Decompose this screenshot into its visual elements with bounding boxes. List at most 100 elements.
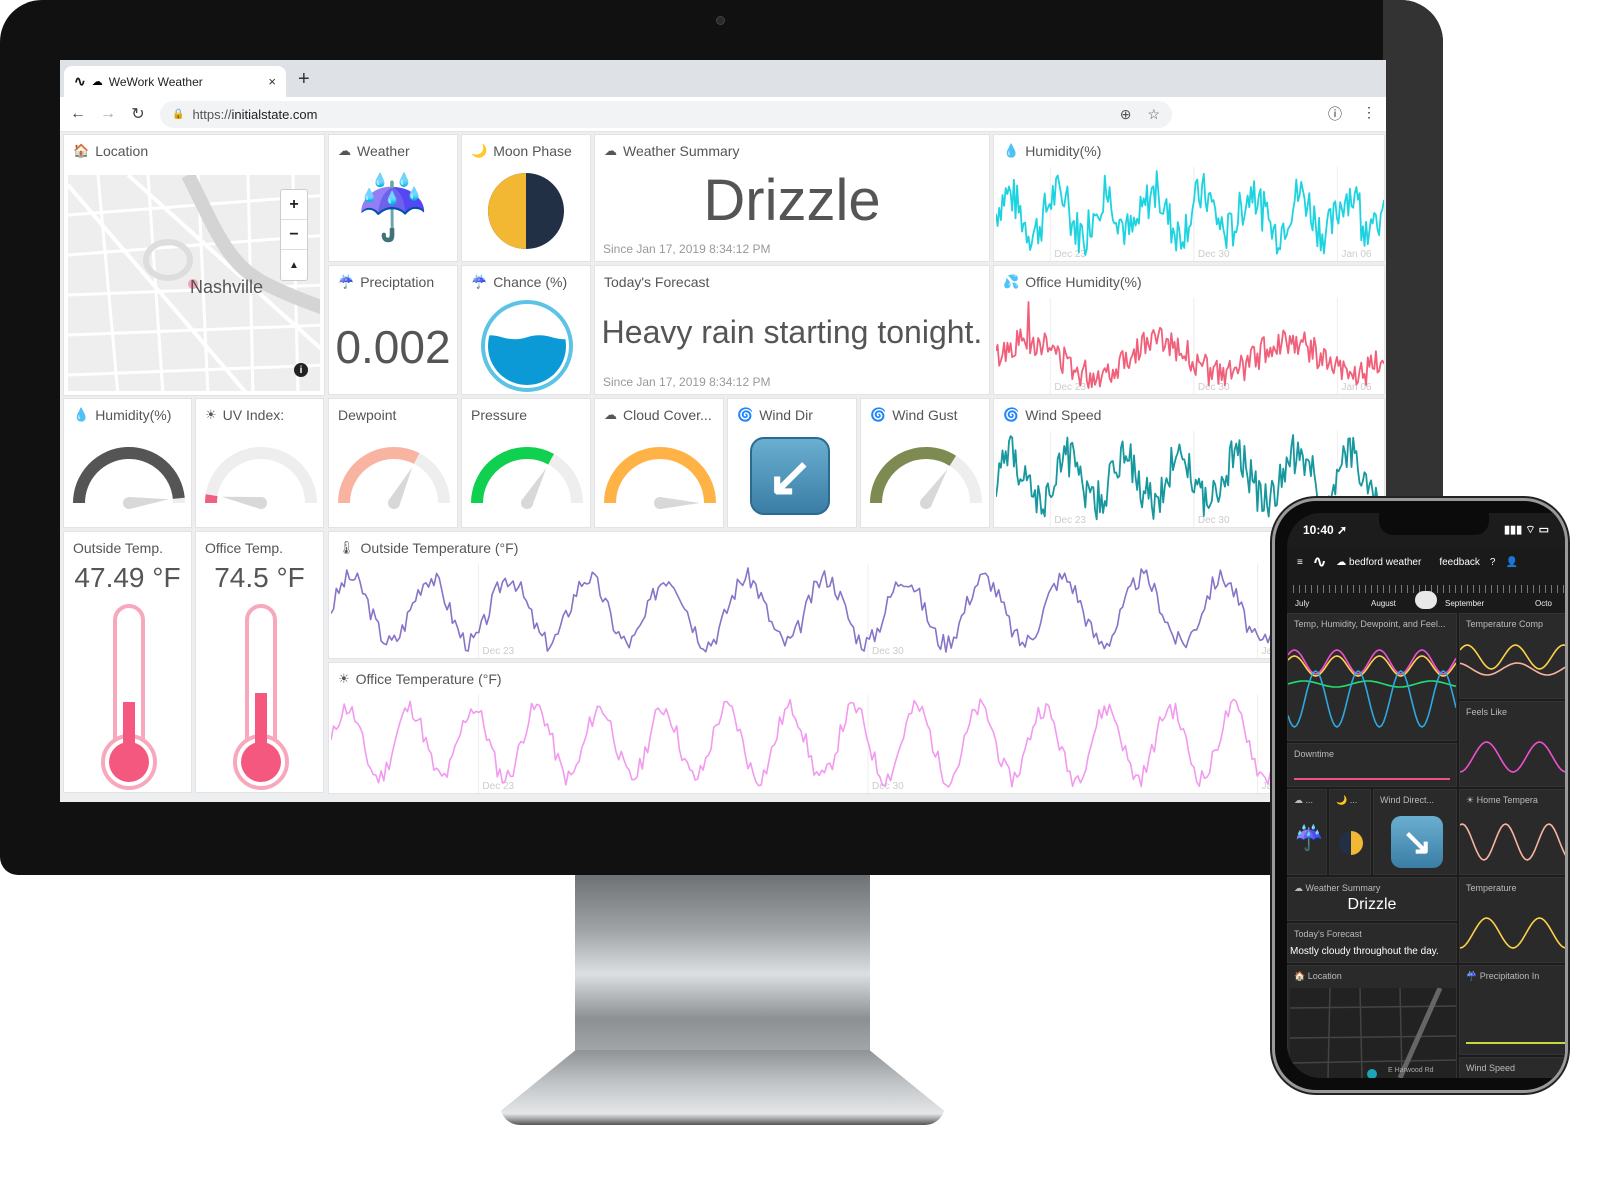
initialstate-logo-icon[interactable]: ∿ [1313,552,1326,572]
browser-menu-icon[interactable]: ⋮ [1362,104,1376,124]
tile-gauge-wind-gust[interactable]: 🌀 Wind Gust [860,398,990,528]
menu-icon[interactable]: ≡ [1297,557,1303,568]
ptile-title: 🌙 ... [1336,795,1358,805]
map-compass-button[interactable]: ▲ [281,250,307,280]
map-zoom-out-button[interactable]: − [281,220,307,250]
x-tick-label: Dec 30 [872,781,904,792]
phone-timeline[interactable]: July August September Octo [1287,577,1565,613]
reload-button[interactable]: ↻ [130,104,146,124]
gauge-arc [338,447,450,509]
ptile-title: ☁ ... [1294,795,1314,805]
ptile-wind-speed[interactable]: Wind Speed [1459,1057,1565,1078]
since-timestamp: Since Jan 17, 2019 8:34:12 PM [603,375,771,389]
ptile-precipitation[interactable]: ☔ Precipitation In [1459,965,1565,1055]
tile-gauge-cloud-cover[interactable]: ☁ Cloud Cover... [594,398,724,528]
series-line [1288,670,1456,728]
tile-title: Cloud Cover... [623,407,712,423]
wind-icon: 🌀 [737,407,754,422]
weather-summary-value: Drizzle [703,168,881,233]
ptile-wind-direction[interactable]: Wind Direct... ↘ [1373,789,1457,875]
summary-value: Drizzle [1347,896,1397,913]
ptile-weather[interactable]: ☁ ... ☔ [1287,789,1327,875]
tile-gauge-pressure[interactable]: Pressure [461,398,591,528]
humidity-chart[interactable]: Dec 23 Dec 30 Jan 06 [996,167,1384,261]
map-zoom-in-button[interactable]: + [281,190,307,220]
series-line [1460,741,1565,773]
ptile-combined[interactable]: Temp, Humidity, Dewpoint, and Feel... [1287,613,1457,741]
ptile-temperature[interactable]: Temperature [1459,877,1565,963]
gauge-arc [471,447,583,509]
ptile-location[interactable]: 🏠 Location E Harwood Rd [1287,965,1457,1078]
gauge-icon: 🌀 [870,407,887,422]
tile-wind-dir[interactable]: 🌀 Wind Dir ↙ [727,398,857,528]
phone: 10:40 ➚ ▮▮▮ ⌔ ▭ ≡ ∿ ☁ bedford weather fe… [1272,498,1568,1093]
tile-precipitation[interactable]: ☔ Preciptation 0.002 [328,265,458,395]
tile-title: Today's Forecast [604,274,710,290]
tab-wework-weather[interactable]: ∿ ☁ WeWork Weather × [64,66,286,97]
ptile-title: Today's Forecast [1294,929,1362,939]
ptile-title: ☀ Home Tempera [1466,795,1538,805]
tile-gauge-humidity[interactable]: 💧 Humidity(%) [63,398,192,528]
tile-weather[interactable]: ☁ Weather ☔ [328,134,458,262]
tile-chance[interactable]: ☔ Chance (%) [461,265,591,395]
timeline-label: September [1445,599,1485,608]
help-icon[interactable]: ? [1490,557,1496,568]
tile-location[interactable]: 🏠 Location + − ▲ Nashville i [63,134,325,396]
ptile-temp-comp[interactable]: Temperature Comp [1459,613,1565,699]
chance-fill-gauge [481,300,573,392]
tile-title: Humidity(%) [95,407,172,423]
feedback-link[interactable]: feedback [1439,557,1480,568]
tile-weather-summary[interactable]: ☁ Weather Summary Drizzle Since Jan 17, 2… [594,134,990,262]
dark-map[interactable]: E Harwood Rd [1290,988,1456,1078]
tile-title: Outside Temp. [73,540,164,556]
x-tick-label: Dec 23 [1054,515,1086,526]
ptile-moon[interactable]: 🌙 ... [1329,789,1371,875]
map-road-label: E Harwood Rd [1388,1067,1434,1074]
forward-button[interactable]: → [100,105,116,123]
timeline-handle[interactable] [1415,591,1437,609]
tile-outside-temp[interactable]: Outside Temp. 47.49 °F [63,531,192,793]
ptile-downtime[interactable]: Downtime [1287,743,1457,787]
ptile-feels-like[interactable]: Feels Like [1459,701,1565,787]
tile-outside-temperature-chart[interactable]: 🌡 Outside Temperature (°F) Dec 23 Dec 30 Ja… [328,531,1385,659]
new-tab-button[interactable]: + [298,68,310,91]
tile-gauge-uv-index[interactable]: ☀ UV Index: [195,398,324,528]
ptile-home-temp[interactable]: ☀ Home Tempera [1459,789,1565,875]
umbrella-rain-icon: ☔ [1294,825,1324,852]
back-button[interactable]: ← [70,105,86,123]
map-info-icon[interactable]: i [294,363,308,377]
office-humidity-chart[interactable]: Dec 23 Dec 30 Jan 06 [996,298,1384,394]
ptile-weather-summary[interactable]: ☁ Weather Summary Drizzle [1287,877,1457,921]
url-text[interactable]: https://initialstate.com [192,107,1103,122]
tile-office-temperature-chart[interactable]: ☀ Office Temperature (°F) Dec 23 Dec 30 Jan… [328,662,1385,794]
user-icon[interactable]: 👤 [1505,557,1517,568]
tile-office-temp[interactable]: Office Temp. 74.5 °F [195,531,324,793]
outside-temperature-chart[interactable]: Dec 23Dec 30Jan 06 [331,564,1384,658]
ptile-title: Temperature Comp [1466,619,1544,629]
tile-title: Chance (%) [493,274,568,290]
tile-moon-phase[interactable]: 🌙 Moon Phase [461,134,591,262]
bookmark-star-icon[interactable]: ☆ [1147,106,1160,123]
timeline-label: August [1371,599,1396,608]
tile-title: Office Temp. [205,540,284,556]
tile-todays-forecast[interactable]: Today's Forecast Heavy rain starting ton… [594,265,990,395]
zoom-icon[interactable]: ⊕ [1120,106,1132,123]
tab-title: WeWork Weather [108,74,203,89]
extension-info-icon[interactable]: ⓘ [1328,104,1342,124]
tile-office-humidity-chart[interactable]: 💦 Office Humidity(%) Dec 23 Dec 30 Jan 06 [993,265,1385,395]
map[interactable]: + − ▲ Nashville i [68,175,320,391]
tile-gauge-dewpoint[interactable]: Dewpoint [328,398,458,528]
ptile-forecast[interactable]: Today's Forecast Mostly cloudy throughou… [1287,923,1457,963]
tile-humidity-chart[interactable]: 💧 Humidity(%) Dec 23 Dec 30 Jan 06 [993,134,1385,262]
crescent-moon-icon: 🌙 [471,143,488,158]
monitor: ∿ ☁ WeWork Weather × + ← → ↻ 🔒 https://i… [0,0,1443,875]
ptile-title: Downtime [1294,749,1335,759]
dashboard-name[interactable]: ☁ bedford weather [1336,557,1421,568]
tile-title: Preciptation [360,274,435,290]
gauge-icon: ☀ [205,407,217,422]
ptile-title: Temperature [1466,883,1517,893]
x-tick-label: Dec 23 [482,646,514,657]
address-bar[interactable]: 🔒 https://initialstate.com ⊕ ☆ [160,100,1172,128]
office-temperature-chart[interactable]: Dec 23Dec 30Jan 06 [331,695,1384,793]
close-tab-icon[interactable]: × [268,74,276,89]
